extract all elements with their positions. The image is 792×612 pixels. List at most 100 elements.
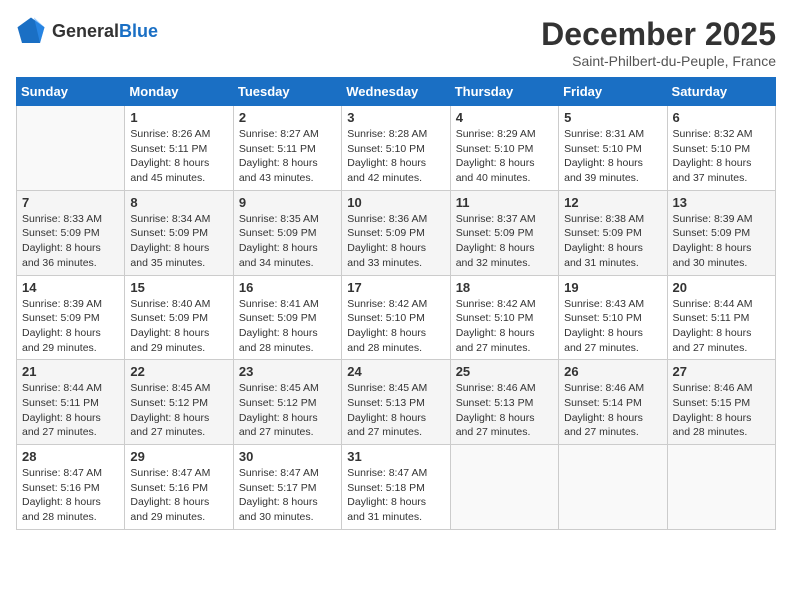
day-info: Sunrise: 8:45 AM Sunset: 5:12 PM Dayligh… [130, 381, 227, 440]
day-number: 31 [347, 449, 444, 464]
day-number: 12 [564, 195, 661, 210]
day-info: Sunrise: 8:35 AM Sunset: 5:09 PM Dayligh… [239, 212, 336, 271]
logo-general: General [52, 21, 119, 41]
day-info: Sunrise: 8:38 AM Sunset: 5:09 PM Dayligh… [564, 212, 661, 271]
calendar-cell: 13 Sunrise: 8:39 AM Sunset: 5:09 PM Dayli… [667, 190, 775, 275]
day-number: 17 [347, 280, 444, 295]
calendar-cell: 5 Sunrise: 8:31 AM Sunset: 5:10 PM Daylig… [559, 106, 667, 191]
day-info: Sunrise: 8:46 AM Sunset: 5:14 PM Dayligh… [564, 381, 661, 440]
day-info: Sunrise: 8:31 AM Sunset: 5:10 PM Dayligh… [564, 127, 661, 186]
day-header-saturday: Saturday [667, 78, 775, 106]
day-header-monday: Monday [125, 78, 233, 106]
calendar-cell: 23 Sunrise: 8:45 AM Sunset: 5:12 PM Dayli… [233, 360, 341, 445]
day-header-wednesday: Wednesday [342, 78, 450, 106]
day-header-tuesday: Tuesday [233, 78, 341, 106]
day-info: Sunrise: 8:32 AM Sunset: 5:10 PM Dayligh… [673, 127, 770, 186]
calendar-cell: 18Sunrise: 8:42 AM Sunset: 5:10 PM Dayli… [450, 275, 558, 360]
calendar-cell: 26 Sunrise: 8:46 AM Sunset: 5:14 PM Dayli… [559, 360, 667, 445]
calendar-cell: 28Sunrise: 8:47 AM Sunset: 5:16 PM Dayli… [17, 445, 125, 530]
day-info: Sunrise: 8:28 AM Sunset: 5:10 PM Dayligh… [347, 127, 444, 186]
day-number: 21 [22, 364, 119, 379]
calendar-cell [450, 445, 558, 530]
day-info: Sunrise: 8:44 AM Sunset: 5:11 PM Dayligh… [673, 297, 770, 356]
day-info: Sunrise: 8:46 AM Sunset: 5:15 PM Dayligh… [673, 381, 770, 440]
calendar-cell: 10 Sunrise: 8:36 AM Sunset: 5:09 PM Dayli… [342, 190, 450, 275]
calendar-cell: 6Sunrise: 8:32 AM Sunset: 5:10 PM Daylig… [667, 106, 775, 191]
calendar-body: 1 Sunrise: 8:26 AM Sunset: 5:11 PM Daylig… [17, 106, 776, 530]
day-info: Sunrise: 8:47 AM Sunset: 5:18 PM Dayligh… [347, 466, 444, 525]
day-info: Sunrise: 8:47 AM Sunset: 5:16 PM Dayligh… [130, 466, 227, 525]
day-number: 25 [456, 364, 553, 379]
calendar-cell: 25 Sunrise: 8:46 AM Sunset: 5:13 PM Dayli… [450, 360, 558, 445]
day-number: 27 [673, 364, 770, 379]
day-number: 29 [130, 449, 227, 464]
day-info: Sunrise: 8:39 AM Sunset: 5:09 PM Dayligh… [673, 212, 770, 271]
day-number: 26 [564, 364, 661, 379]
day-info: Sunrise: 8:27 AM Sunset: 5:11 PM Dayligh… [239, 127, 336, 186]
page-header: GeneralBlue December 2025 Saint-Philbert… [16, 16, 776, 69]
calendar-cell: 7 Sunrise: 8:33 AM Sunset: 5:09 PM Daylig… [17, 190, 125, 275]
day-header-friday: Friday [559, 78, 667, 106]
calendar-cell: 16Sunrise: 8:41 AM Sunset: 5:09 PM Dayli… [233, 275, 341, 360]
calendar-cell: 9Sunrise: 8:35 AM Sunset: 5:09 PM Daylig… [233, 190, 341, 275]
day-info: Sunrise: 8:47 AM Sunset: 5:17 PM Dayligh… [239, 466, 336, 525]
day-info: Sunrise: 8:44 AM Sunset: 5:11 PM Dayligh… [22, 381, 119, 440]
day-info: Sunrise: 8:40 AM Sunset: 5:09 PM Dayligh… [130, 297, 227, 356]
day-info: Sunrise: 8:46 AM Sunset: 5:13 PM Dayligh… [456, 381, 553, 440]
day-number: 10 [347, 195, 444, 210]
calendar-cell: 30 Sunrise: 8:47 AM Sunset: 5:17 PM Dayli… [233, 445, 341, 530]
calendar-cell: 4Sunrise: 8:29 AM Sunset: 5:10 PM Daylig… [450, 106, 558, 191]
calendar-cell: 22 Sunrise: 8:45 AM Sunset: 5:12 PM Dayli… [125, 360, 233, 445]
day-number: 20 [673, 280, 770, 295]
calendar-cell: 3 Sunrise: 8:28 AM Sunset: 5:10 PM Daylig… [342, 106, 450, 191]
calendar-cell: 31 Sunrise: 8:47 AM Sunset: 5:18 PM Dayli… [342, 445, 450, 530]
day-number: 13 [673, 195, 770, 210]
day-number: 3 [347, 110, 444, 125]
day-info: Sunrise: 8:37 AM Sunset: 5:09 PM Dayligh… [456, 212, 553, 271]
day-info: Sunrise: 8:45 AM Sunset: 5:13 PM Dayligh… [347, 381, 444, 440]
calendar-cell: 14Sunrise: 8:39 AM Sunset: 5:09 PM Dayli… [17, 275, 125, 360]
day-info: Sunrise: 8:26 AM Sunset: 5:11 PM Dayligh… [130, 127, 227, 186]
calendar-table: SundayMondayTuesdayWednesdayThursdayFrid… [16, 77, 776, 530]
day-number: 23 [239, 364, 336, 379]
day-info: Sunrise: 8:43 AM Sunset: 5:10 PM Dayligh… [564, 297, 661, 356]
calendar-cell: 8Sunrise: 8:34 AM Sunset: 5:09 PM Daylig… [125, 190, 233, 275]
calendar-cell [667, 445, 775, 530]
day-number: 19 [564, 280, 661, 295]
calendar-cell: 1 Sunrise: 8:26 AM Sunset: 5:11 PM Daylig… [125, 106, 233, 191]
calendar-cell: 11Sunrise: 8:37 AM Sunset: 5:09 PM Dayli… [450, 190, 558, 275]
location-title: Saint-Philbert-du-Peuple, France [541, 53, 776, 69]
day-info: Sunrise: 8:33 AM Sunset: 5:09 PM Dayligh… [22, 212, 119, 271]
day-number: 16 [239, 280, 336, 295]
day-header-thursday: Thursday [450, 78, 558, 106]
day-number: 28 [22, 449, 119, 464]
day-number: 24 [347, 364, 444, 379]
title-area: December 2025 Saint-Philbert-du-Peuple, … [541, 16, 776, 69]
logo: GeneralBlue [16, 16, 158, 46]
calendar-cell [17, 106, 125, 191]
calendar-cell: 24 Sunrise: 8:45 AM Sunset: 5:13 PM Dayli… [342, 360, 450, 445]
logo-text: GeneralBlue [52, 21, 158, 42]
logo-blue: Blue [119, 21, 158, 41]
calendar-cell: 19 Sunrise: 8:43 AM Sunset: 5:10 PM Dayli… [559, 275, 667, 360]
day-number: 5 [564, 110, 661, 125]
day-number: 4 [456, 110, 553, 125]
day-info: Sunrise: 8:45 AM Sunset: 5:12 PM Dayligh… [239, 381, 336, 440]
month-title: December 2025 [541, 16, 776, 53]
day-number: 22 [130, 364, 227, 379]
day-info: Sunrise: 8:36 AM Sunset: 5:09 PM Dayligh… [347, 212, 444, 271]
calendar-cell: 17 Sunrise: 8:42 AM Sunset: 5:10 PM Dayli… [342, 275, 450, 360]
day-number: 18 [456, 280, 553, 295]
calendar-cell: 15Sunrise: 8:40 AM Sunset: 5:09 PM Dayli… [125, 275, 233, 360]
week-row-5: 28 Sunrise: 8:47 AM Sunset: 5:16 PM Dayli… [17, 445, 776, 530]
logo-icon [16, 16, 46, 46]
week-row-1: 1 Sunrise: 8:26 AM Sunset: 5:11 PM Daylig… [17, 106, 776, 191]
day-info: Sunrise: 8:39 AM Sunset: 5:09 PM Dayligh… [22, 297, 119, 356]
day-number: 30 [239, 449, 336, 464]
calendar-cell: 27 Sunrise: 8:46 AM Sunset: 5:15 PM Dayli… [667, 360, 775, 445]
day-number: 1 [130, 110, 227, 125]
day-number: 7 [22, 195, 119, 210]
day-number: 2 [239, 110, 336, 125]
day-info: Sunrise: 8:34 AM Sunset: 5:09 PM Dayligh… [130, 212, 227, 271]
day-info: Sunrise: 8:42 AM Sunset: 5:10 PM Dayligh… [347, 297, 444, 356]
